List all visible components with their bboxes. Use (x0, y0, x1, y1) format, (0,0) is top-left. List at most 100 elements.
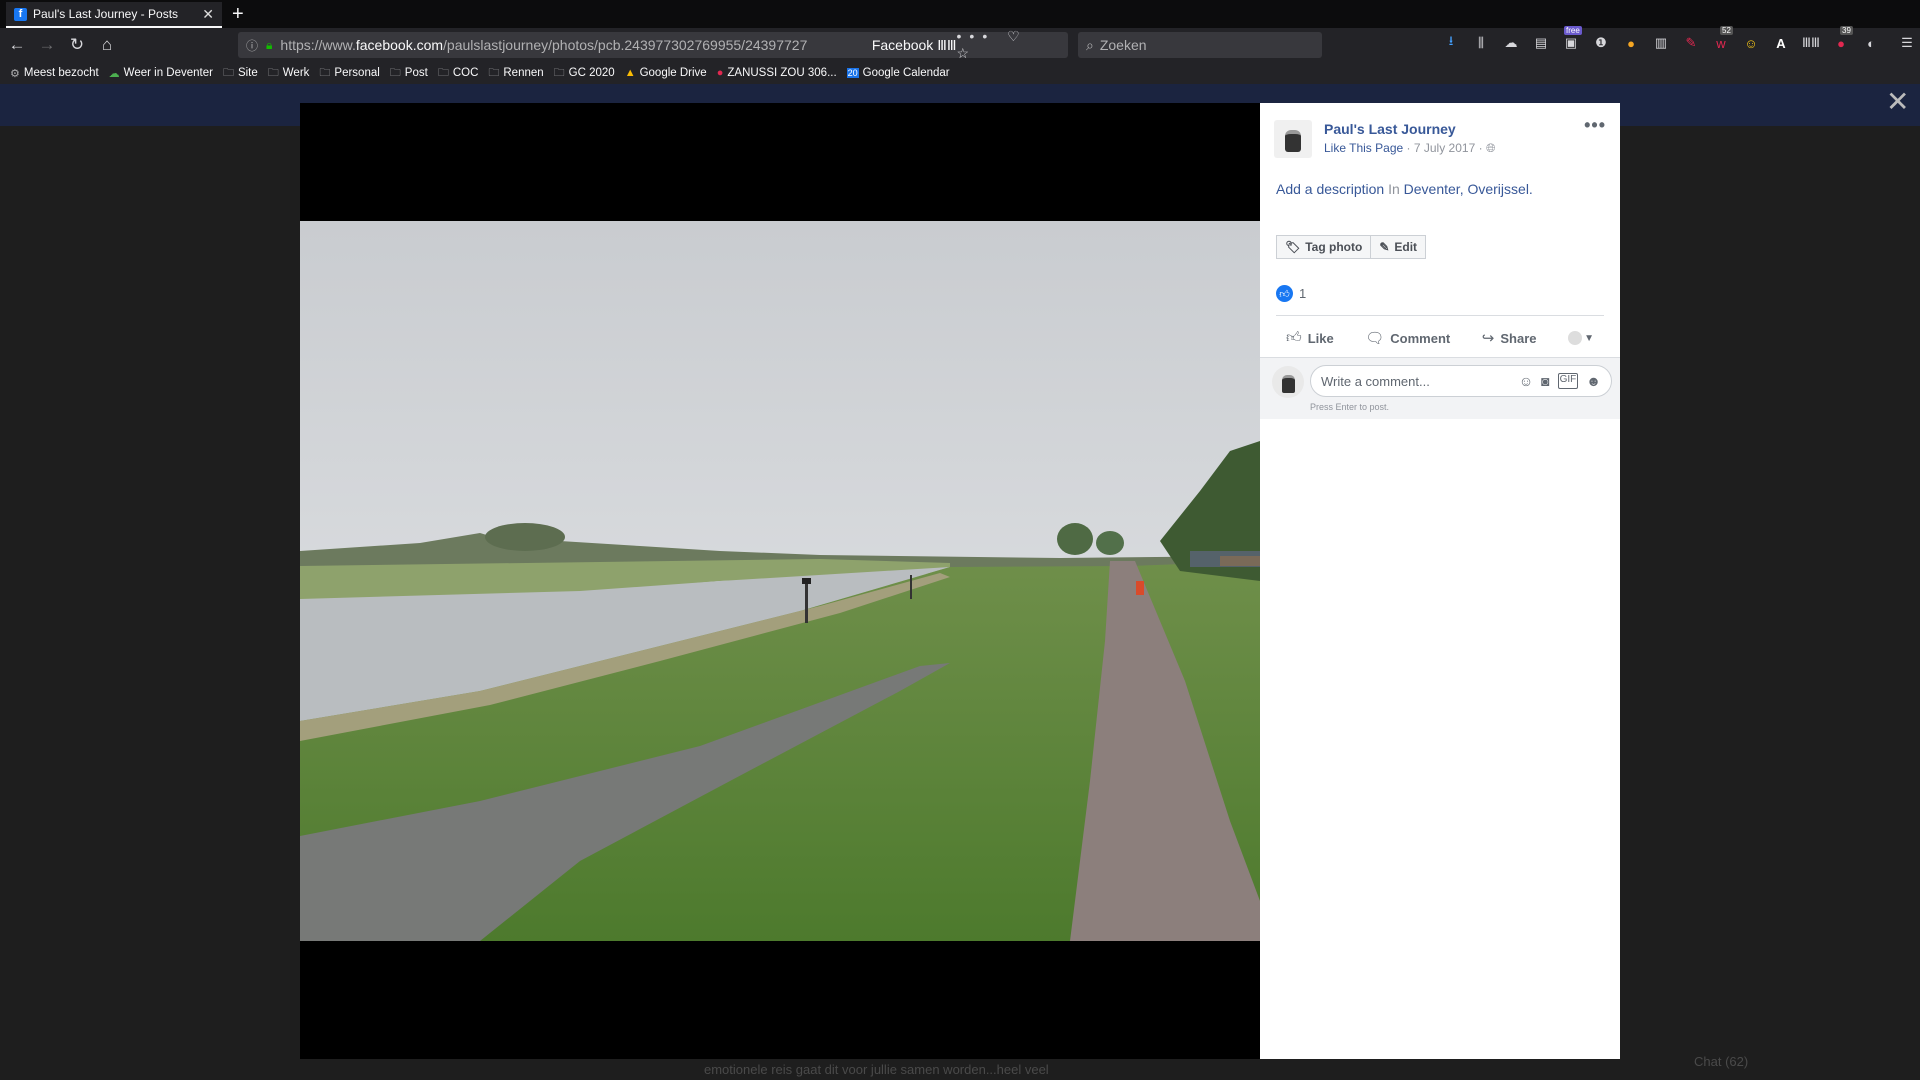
bookmark-folder[interactable]: 🗀 Rennen (488, 64, 543, 83)
post-header-text: Paul's Last Journey Like This Page · 7 J… (1324, 120, 1496, 158)
pocket-ext-icon[interactable]: ▤ (1530, 32, 1552, 54)
comment-input[interactable]: Write a comment... ☺ ◙ GIF ☻ (1310, 365, 1612, 397)
folder-icon: 🗀 (222, 66, 234, 79)
edit-button[interactable]: ✎ Edit (1371, 235, 1427, 259)
comment-button[interactable]: 🗨︎ Comment (1355, 325, 1460, 351)
bookmark-folder[interactable]: 🗀 Personal (319, 64, 379, 83)
sticker-icon[interactable]: ☻ (1586, 373, 1601, 389)
zanussi-icon: ● (716, 67, 724, 79)
edit-label: Edit (1394, 240, 1418, 254)
nav-toolbar: ← → ↻ ⌂ ⓘ 🔒︎ https://www.facebook.com/pa… (0, 26, 1920, 62)
bookmark-item[interactable]: ▲ Google Drive (625, 67, 707, 79)
like-button[interactable]: 👍︎ Like (1276, 325, 1344, 351)
folder-icon: 🗀 (437, 66, 449, 79)
chevron-down-icon: ▼ (1584, 332, 1594, 344)
chat-sidebar-label[interactable]: Chat (62) (1694, 1054, 1748, 1069)
in-word: In (1388, 181, 1400, 197)
post-header: Paul's Last Journey Like This Page · 7 J… (1274, 120, 1496, 158)
bookmark-item[interactable]: 20 Google Calendar (846, 67, 950, 79)
back-icon[interactable]: ← (2, 35, 32, 55)
library-icon[interactable]: ⫼ (1470, 32, 1492, 54)
comment-icon: 🗨︎ (1365, 330, 1385, 347)
folder-icon: 🗀 (319, 66, 331, 79)
close-viewer-icon[interactable]: ✕ (1886, 88, 1909, 116)
folder-icon: 🗀 (488, 66, 500, 79)
bookmark-folder[interactable]: 🗀 Post (390, 64, 428, 83)
lock-icon[interactable]: 🔒︎ (266, 38, 272, 53)
sidebar-icon[interactable]: ▥ (1650, 32, 1672, 54)
bookmark-item[interactable]: ⚙ Meest bezocht (10, 67, 99, 80)
folder-icon: 🗀 (389, 66, 401, 79)
like-label: Like (1307, 330, 1334, 346)
page-actions[interactable]: ••• ♡ ☆ (957, 28, 1060, 62)
adblock-ext-icon[interactable]: ● 39 (1830, 26, 1853, 54)
gear-icon: ⚙ (10, 67, 20, 80)
bookmark-item[interactable]: ● ZANUSSI ZOU 306... (717, 67, 837, 79)
comment-tools: ☺ ◙ GIF ☻ (1519, 373, 1601, 389)
photo-viewer (300, 103, 1260, 1059)
camera-icon[interactable]: ◙ (1541, 373, 1549, 389)
tag-photo-button[interactable]: 🏷︎ Tag photo (1276, 235, 1372, 259)
search-placeholder: Zoeken (1099, 37, 1147, 53)
weather-icon: ☁ (108, 67, 120, 80)
pen-ext-icon[interactable]: ✎ (1680, 32, 1702, 54)
tag-icon: 🏷︎ (1285, 240, 1301, 254)
menu-icon[interactable]: ☰ (1896, 32, 1918, 54)
browser-tab[interactable]: f Paul's Last Journey - Posts ✕ (6, 2, 222, 28)
comment-label: Comment (1390, 330, 1451, 346)
bookmark-folder[interactable]: 🗀 COC (438, 64, 479, 83)
page-mini-avatar (1568, 331, 1583, 345)
folder-icon: 🗀 (553, 66, 565, 79)
home-icon[interactable]: ⌂ (92, 35, 122, 55)
press-enter-hint: Press Enter to post. (1310, 402, 1390, 412)
download-icon[interactable]: ⭳ (1440, 32, 1462, 54)
emoji-ext-icon[interactable]: ☺ (1740, 32, 1762, 54)
reactions-summary[interactable]: 👍︎ 1 (1276, 285, 1306, 302)
more-options-icon[interactable]: ••• (1584, 115, 1606, 136)
search-input[interactable]: ⌕ Zoeken (1078, 32, 1322, 58)
close-tab-icon[interactable]: ✕ (202, 6, 214, 23)
free-badge: free (1564, 26, 1582, 35)
font-ext-icon[interactable]: A (1770, 32, 1792, 54)
bookmark-item[interactable]: ☁ Weer in Deventer (109, 67, 213, 80)
comment-placeholder: Write a comment... (1321, 373, 1430, 389)
weather-ext-icon[interactable]: ☁ (1500, 32, 1522, 54)
page-name-link[interactable]: Paul's Last Journey (1324, 120, 1496, 138)
post-as-selector[interactable]: ▼ (1558, 327, 1604, 349)
profile-ext-icon[interactable]: ◐ (1860, 32, 1882, 54)
gif-icon[interactable]: GIF (1557, 373, 1579, 389)
search-icon: ⌕ (1086, 36, 1094, 53)
calendar-icon: 20 (846, 68, 859, 78)
post-date[interactable]: 7 July 2017 (1414, 141, 1475, 155)
free-ext-icon[interactable]: ▣ free (1560, 26, 1582, 54)
page-avatar[interactable] (1274, 120, 1312, 158)
info-icon[interactable]: ⓘ (246, 37, 258, 54)
new-tab-button[interactable]: + (232, 2, 244, 26)
urn-icon (1285, 130, 1301, 152)
bookmark-folder[interactable]: 🗀 Werk (268, 64, 310, 83)
like-page-link[interactable]: Like This Page (1324, 141, 1403, 155)
location-link[interactable]: Deventer, Overijssel. (1404, 181, 1533, 197)
info-ext-icon[interactable]: ❶ (1590, 32, 1612, 54)
url-bar[interactable]: ⓘ 🔒︎ https://www.facebook.com/paulslastj… (238, 28, 1068, 61)
comment-composer: Write a comment... ☺ ◙ GIF ☻ Press Enter… (1260, 357, 1620, 419)
photo-tools: 🏷︎ Tag photo ✎ Edit (1276, 235, 1427, 259)
url-text: https://www.facebook.com/paulslastjourne… (280, 37, 808, 53)
post-actions: 👍︎ Like 🗨︎ Comment ↪ Share ▼ (1276, 325, 1604, 351)
like-reaction-icon: 👍︎ (1276, 285, 1293, 302)
bookmark-folder[interactable]: 🗀 GC 2020 (554, 64, 615, 83)
divider (1276, 315, 1604, 316)
forward-icon[interactable]: → (32, 35, 62, 55)
bookmark-folder[interactable]: 🗀 Site (223, 64, 258, 83)
word-ext-icon[interactable]: w 52 (1710, 26, 1733, 54)
globe-icon[interactable]: 🌐︎ (1486, 141, 1496, 155)
coin-ext-icon[interactable]: ● (1620, 32, 1642, 54)
tab-bar: f Paul's Last Journey - Posts ✕ + (0, 0, 1920, 28)
emoji-icon[interactable]: ☺ (1519, 373, 1533, 389)
extension-toolbar: ⭳ ⫼ ☁ ▤ ▣ free ❶ ● ▥ ✎ w 52 ☺ A ⅢⅢ ● 39 ◐ ☰ (1440, 26, 1918, 54)
add-description-link[interactable]: Add a description (1276, 181, 1384, 197)
share-button[interactable]: ↪ Share (1472, 325, 1547, 351)
count-badge: 52 (1720, 26, 1733, 35)
grid-ext-icon[interactable]: ⅢⅢ (1800, 32, 1822, 54)
reload-icon[interactable]: ↻ (62, 35, 92, 55)
